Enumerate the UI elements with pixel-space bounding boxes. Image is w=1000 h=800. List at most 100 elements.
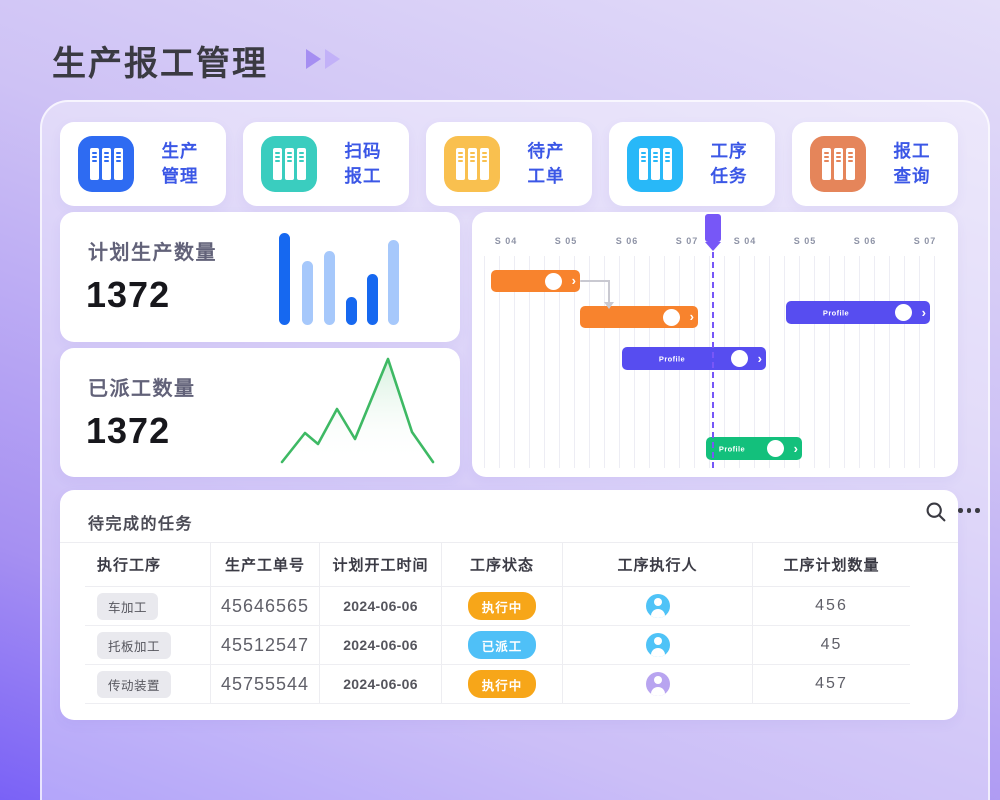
planned-quantity: 45: [821, 636, 843, 654]
stat-card-dispatched: 已派工数量 1372: [60, 348, 460, 477]
nav-card-pending-orders[interactable]: 待产工单: [426, 122, 592, 206]
mini-bar: [346, 297, 357, 325]
nav-label: 报工查询: [866, 122, 958, 206]
table-row[interactable]: 托板加工 45512547 2024-06-06 已派工 45: [85, 626, 910, 665]
cell-process: 车加工: [85, 587, 211, 625]
timeline-label: S 06: [854, 236, 877, 246]
timeline-label: S 07: [676, 236, 699, 246]
status-badge: 执行中: [468, 592, 537, 620]
mini-bar: [324, 251, 335, 325]
cell-qty: 45: [753, 626, 910, 664]
pending-tasks-panel: 待完成的任务 执行工序 生产工单号 计划开工时间 工序状态 工序执行人 工序计划…: [60, 490, 958, 720]
mini-bar: [388, 240, 399, 325]
gantt-bar[interactable]: ›: [580, 306, 698, 328]
gantt-connector: [580, 280, 610, 282]
planned-start-date: 2024-06-06: [343, 637, 418, 653]
nav-label: 生产管理: [134, 122, 226, 206]
gantt-today-marker-icon[interactable]: [705, 214, 721, 242]
planned-start-date: 2024-06-06: [343, 676, 418, 692]
gantt-bar[interactable]: ›: [491, 270, 580, 292]
col-header: 工序执行人: [563, 542, 753, 586]
gantt-bar-handle-icon[interactable]: [663, 309, 680, 326]
cell-start-date: 2024-06-06: [320, 626, 442, 664]
stat-value: 1372: [86, 410, 170, 452]
status-badge: 已派工: [468, 631, 537, 659]
cell-process: 托板加工: [85, 626, 211, 664]
table-row[interactable]: 车加工 45646565 2024-06-06 执行中 456: [85, 587, 910, 626]
process-badge: 车加工: [97, 593, 158, 620]
pending-tasks-table: 执行工序 生产工单号 计划开工时间 工序状态 工序执行人 工序计划数量 车加工4…: [85, 542, 910, 704]
col-header: 工序状态: [442, 542, 563, 586]
title-arrow-icon: [325, 49, 340, 69]
order-number: 45512547: [221, 635, 309, 656]
chevron-right-icon: ›: [794, 441, 798, 454]
timeline-label: S 07: [914, 236, 937, 246]
nav-card-scan-report[interactable]: 扫码报工: [243, 122, 409, 206]
gantt-bar[interactable]: Profile›: [622, 347, 766, 370]
order-number: 45646565: [221, 596, 309, 617]
cell-start-date: 2024-06-06: [320, 587, 442, 625]
table-title: 待完成的任务: [88, 510, 193, 534]
chevron-right-icon: ›: [690, 310, 694, 323]
cell-executor: [563, 587, 753, 625]
gantt-bar-handle-icon[interactable]: [767, 440, 784, 457]
planned-quantity: 457: [815, 675, 848, 693]
chevron-right-icon: ›: [922, 305, 926, 318]
avatar: [646, 672, 670, 696]
nav-label: 扫码报工: [317, 122, 409, 206]
gantt-bar[interactable]: Profile ›: [786, 301, 930, 324]
cell-status: 执行中: [442, 665, 563, 703]
gantt-connector-arrow-icon: [604, 302, 614, 309]
gantt-bar-label: Profile: [786, 308, 886, 317]
search-icon[interactable]: [924, 500, 948, 524]
stat-card-planned-production: 计划生产数量 1372: [60, 212, 460, 342]
nav-card-production-management[interactable]: 生产管理: [60, 122, 226, 206]
process-badge: 托板加工: [97, 632, 171, 659]
cell-process: 传动装置: [85, 665, 211, 703]
cell-qty: 457: [753, 665, 910, 703]
cell-qty: 456: [753, 587, 910, 625]
books-icon: [261, 136, 317, 192]
stat-value: 1372: [86, 274, 170, 316]
gantt-bar[interactable]: Profile›: [706, 437, 802, 460]
gantt-connector: [608, 280, 610, 302]
timeline-label: S 05: [555, 236, 578, 246]
mini-bar-chart: [276, 231, 408, 325]
more-dots-icon[interactable]: [958, 508, 980, 513]
mini-bar: [302, 261, 313, 325]
col-header: 工序计划数量: [753, 542, 910, 586]
avatar: [646, 594, 670, 618]
title-arrow-icon: [306, 49, 321, 69]
col-header: 生产工单号: [211, 542, 320, 586]
nav-card-process-tasks[interactable]: 工序任务: [609, 122, 775, 206]
nav-card-report-query[interactable]: 报工查询: [792, 122, 958, 206]
chevron-right-icon: ›: [572, 274, 576, 287]
planned-start-date: 2024-06-06: [343, 598, 418, 614]
page-title: 生产报工管理: [52, 36, 268, 85]
cell-status: 已派工: [442, 626, 563, 664]
stat-label: 计划生产数量: [88, 236, 217, 265]
timeline-label: S 06: [616, 236, 639, 246]
table-row[interactable]: 传动装置 45755544 2024-06-06 执行中 457: [85, 665, 910, 704]
nav-label: 工序任务: [683, 122, 775, 206]
gantt-bar-handle-icon[interactable]: [895, 304, 912, 321]
status-badge: 执行中: [468, 670, 537, 698]
timeline-label: S 05: [794, 236, 817, 246]
col-header: 计划开工时间: [320, 542, 442, 586]
order-number: 45755544: [221, 674, 309, 695]
planned-quantity: 456: [815, 597, 848, 615]
mini-line-chart: [275, 352, 440, 470]
production-report-dashboard: 生产报工管理 生产管理 扫码报工 待产工单 工序任务: [0, 0, 1000, 800]
gantt-bar-label: Profile: [622, 354, 722, 363]
gantt-bar-handle-icon[interactable]: [731, 350, 748, 367]
cell-order-no: 45755544: [211, 665, 320, 703]
gantt-today-line: [712, 252, 714, 468]
timeline-label: S 04: [495, 236, 518, 246]
books-icon: [78, 136, 134, 192]
cell-status: 执行中: [442, 587, 563, 625]
mini-bar: [367, 274, 378, 325]
cell-order-no: 45646565: [211, 587, 320, 625]
timeline-label: S 04: [734, 236, 757, 246]
gantt-panel: S 04 S 05 S 06 S 07 S 04 S 05 S 06 S 07 › › Profi…: [472, 212, 958, 477]
gantt-bar-handle-icon[interactable]: [545, 273, 562, 290]
